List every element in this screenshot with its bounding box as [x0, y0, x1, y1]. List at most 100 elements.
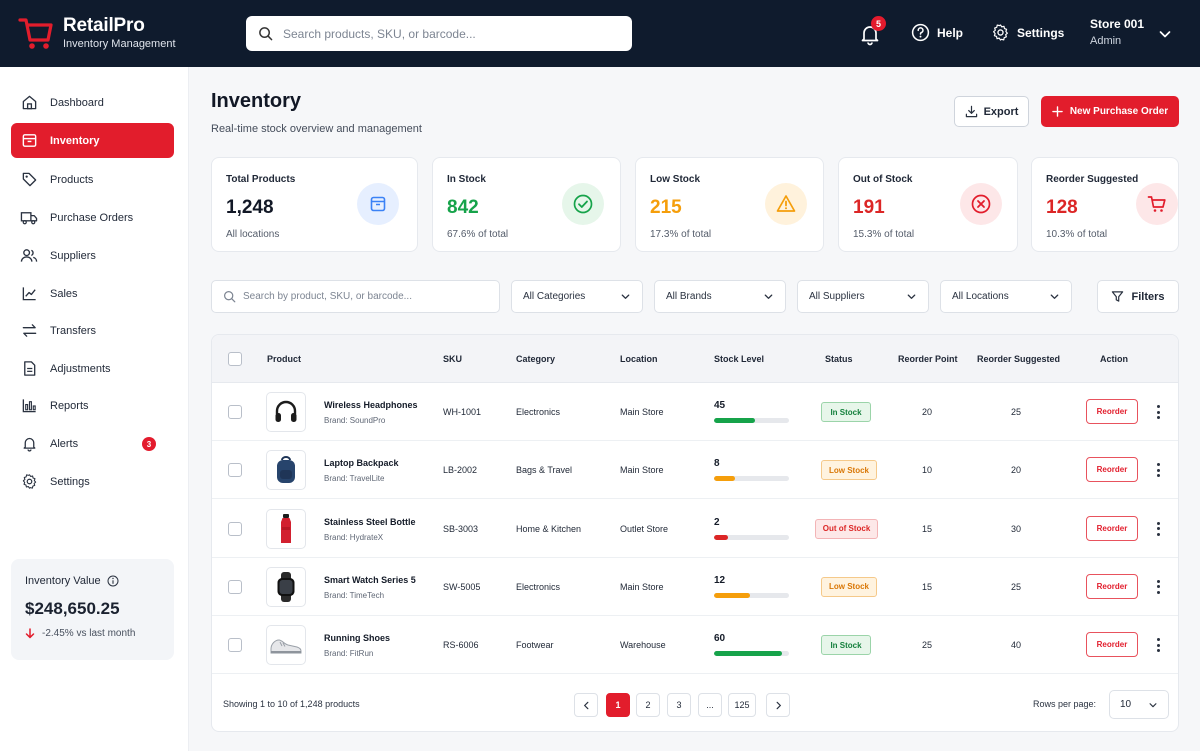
backpack-icon: [266, 450, 306, 491]
stock-level-value: 60: [714, 633, 726, 645]
sidebar-item-label: Dashboard: [50, 96, 104, 109]
reorder-button[interactable]: Reorder: [1086, 573, 1138, 599]
product-search[interactable]: [211, 280, 500, 313]
info-icon[interactable]: [107, 575, 119, 587]
stock-level-bar-fill: [714, 651, 782, 657]
inventory-value-change: -2.45% vs last month: [25, 628, 160, 639]
stock-level-bar: [714, 534, 789, 540]
brand[interactable]: RetailPro Inventory Management: [18, 14, 176, 52]
more-options-icon[interactable]: [1152, 403, 1164, 421]
bar-chart-icon: [20, 397, 38, 415]
reorder-suggested-cell: 25: [1010, 581, 1021, 592]
filter-icon: [1112, 291, 1124, 302]
chevron-down-icon: [764, 294, 773, 299]
table-row[interactable]: Running Shoes Brand: FitRun RS-6006 Footwea…: [212, 616, 1178, 675]
sidebar-item-dashboard[interactable]: Dashboard: [11, 85, 174, 120]
settings-link[interactable]: Settings: [991, 23, 1064, 42]
stat-card-total-products: Total Products 1,248 All locations: [211, 157, 418, 252]
product-search-input[interactable]: [243, 291, 483, 302]
column-header-reorder-suggested[interactable]: Reorder Suggested: [977, 354, 1060, 364]
product-name[interactable]: Stainless Steel Bottle: [324, 517, 416, 527]
row-checkbox[interactable]: [228, 405, 242, 419]
more-options-icon[interactable]: [1152, 578, 1164, 596]
pagination-page-2[interactable]: 2: [636, 693, 660, 717]
sidebar-item-purchase-orders[interactable]: Purchase Orders: [11, 200, 174, 235]
product-name[interactable]: Laptop Backpack: [324, 458, 399, 468]
location-cell: Main Store: [620, 581, 664, 592]
sidebar-item-inventory[interactable]: Inventory: [11, 123, 174, 158]
location-dropdown-value: All Locations: [952, 291, 1009, 302]
product-name[interactable]: Running Shoes: [324, 633, 390, 643]
reorder-button[interactable]: Reorder: [1086, 632, 1138, 658]
sidebar-item-adjustments[interactable]: Adjustments: [11, 351, 174, 386]
store-switcher[interactable]: Store 001 Admin: [1090, 17, 1144, 47]
sidebar-item-reports[interactable]: Reports: [11, 388, 174, 423]
inventory-value-title: Inventory Value: [25, 575, 101, 587]
pagination-next-button[interactable]: [766, 693, 790, 717]
pagination-page-last[interactable]: 125: [728, 693, 756, 717]
rows-per-page-select[interactable]: 10: [1109, 690, 1169, 719]
column-header-product[interactable]: Product: [267, 354, 301, 364]
settings-label: Settings: [1017, 25, 1065, 40]
sidebar-item-transfers[interactable]: Transfers: [11, 313, 174, 348]
box-icon: [20, 132, 38, 150]
row-checkbox[interactable]: [228, 579, 242, 594]
pagination-page-3[interactable]: 3: [667, 693, 691, 717]
chevron-down-icon[interactable]: [1158, 27, 1172, 41]
row-checkbox[interactable]: [228, 521, 242, 536]
more-options-icon[interactable]: [1152, 461, 1164, 479]
product-brand: Brand: TravelLite: [324, 474, 385, 484]
inventory-table: Product SKU Category Location Stock Leve…: [211, 334, 1179, 732]
product-name[interactable]: Smart Watch Series 5: [324, 575, 416, 585]
pagination-prev-button[interactable]: [574, 693, 598, 717]
status-badge: Out of Stock: [815, 518, 878, 539]
tag-icon: [20, 171, 38, 189]
row-checkbox[interactable]: [228, 463, 242, 478]
reorder-button[interactable]: Reorder: [1086, 515, 1138, 541]
chevron-down-icon: [1149, 702, 1157, 707]
column-header-sku[interactable]: SKU: [443, 354, 462, 364]
table-row[interactable]: Stainless Steel Bottle Brand: HydrateX SB-…: [212, 500, 1178, 558]
x-circle-icon: [960, 183, 1002, 225]
more-options-icon[interactable]: [1152, 636, 1164, 654]
sidebar-item-label: Purchase Orders: [50, 211, 134, 224]
global-search[interactable]: [246, 16, 632, 51]
column-header-location[interactable]: Location: [620, 354, 658, 364]
reorder-suggested-cell: 40: [1010, 640, 1021, 651]
sidebar-item-settings[interactable]: Settings: [11, 464, 174, 499]
column-header-status[interactable]: Status: [825, 354, 853, 364]
column-header-category[interactable]: Category: [516, 354, 555, 364]
global-search-input[interactable]: [283, 26, 613, 41]
select-all-checkbox[interactable]: [228, 352, 242, 366]
brand-dropdown[interactable]: All Brands: [654, 280, 786, 313]
product-name[interactable]: Wireless Headphones: [324, 400, 417, 410]
location-dropdown[interactable]: All Locations: [940, 280, 1072, 313]
pagination-page-1[interactable]: 1: [606, 693, 630, 717]
filters-button[interactable]: Filters: [1097, 280, 1179, 313]
column-header-stock-level[interactable]: Stock Level: [714, 354, 764, 364]
sidebar-item-sales[interactable]: Sales: [11, 276, 174, 311]
table-row[interactable]: Laptop Backpack Brand: TravelLite LB-2002 B…: [212, 441, 1178, 500]
export-button[interactable]: Export: [954, 96, 1029, 127]
table-row[interactable]: Wireless Headphones Brand: SoundPro WH-100…: [212, 383, 1178, 441]
sidebar-item-products[interactable]: Products: [11, 162, 174, 197]
sidebar-item-alerts[interactable]: Alerts 3: [11, 426, 174, 461]
new-purchase-order-button[interactable]: New Purchase Order: [1041, 96, 1179, 127]
category-dropdown[interactable]: All Categories: [511, 280, 643, 313]
supplier-dropdown[interactable]: All Suppliers: [797, 280, 929, 313]
table-row[interactable]: Smart Watch Series 5 Brand: TimeTech SW-50…: [212, 558, 1178, 616]
more-options-icon[interactable]: [1152, 520, 1164, 538]
category-cell: Footwear: [516, 640, 554, 651]
stock-level-bar-fill: [714, 418, 756, 423]
stat-sub: 10.3% of total: [1046, 229, 1108, 240]
reorder-button[interactable]: Reorder: [1086, 399, 1138, 424]
column-header-reorder-point[interactable]: Reorder Point: [898, 354, 958, 364]
help-link[interactable]: Help: [911, 23, 963, 42]
location-cell: Warehouse: [620, 640, 666, 651]
sidebar-item-suppliers[interactable]: Suppliers: [11, 238, 174, 273]
stat-sub: 17.3% of total: [650, 229, 712, 240]
sidebar-item-label: Products: [50, 173, 94, 186]
reorder-suggested-cell: 20: [1010, 465, 1021, 476]
row-checkbox[interactable]: [228, 638, 242, 653]
reorder-button[interactable]: Reorder: [1086, 457, 1138, 483]
